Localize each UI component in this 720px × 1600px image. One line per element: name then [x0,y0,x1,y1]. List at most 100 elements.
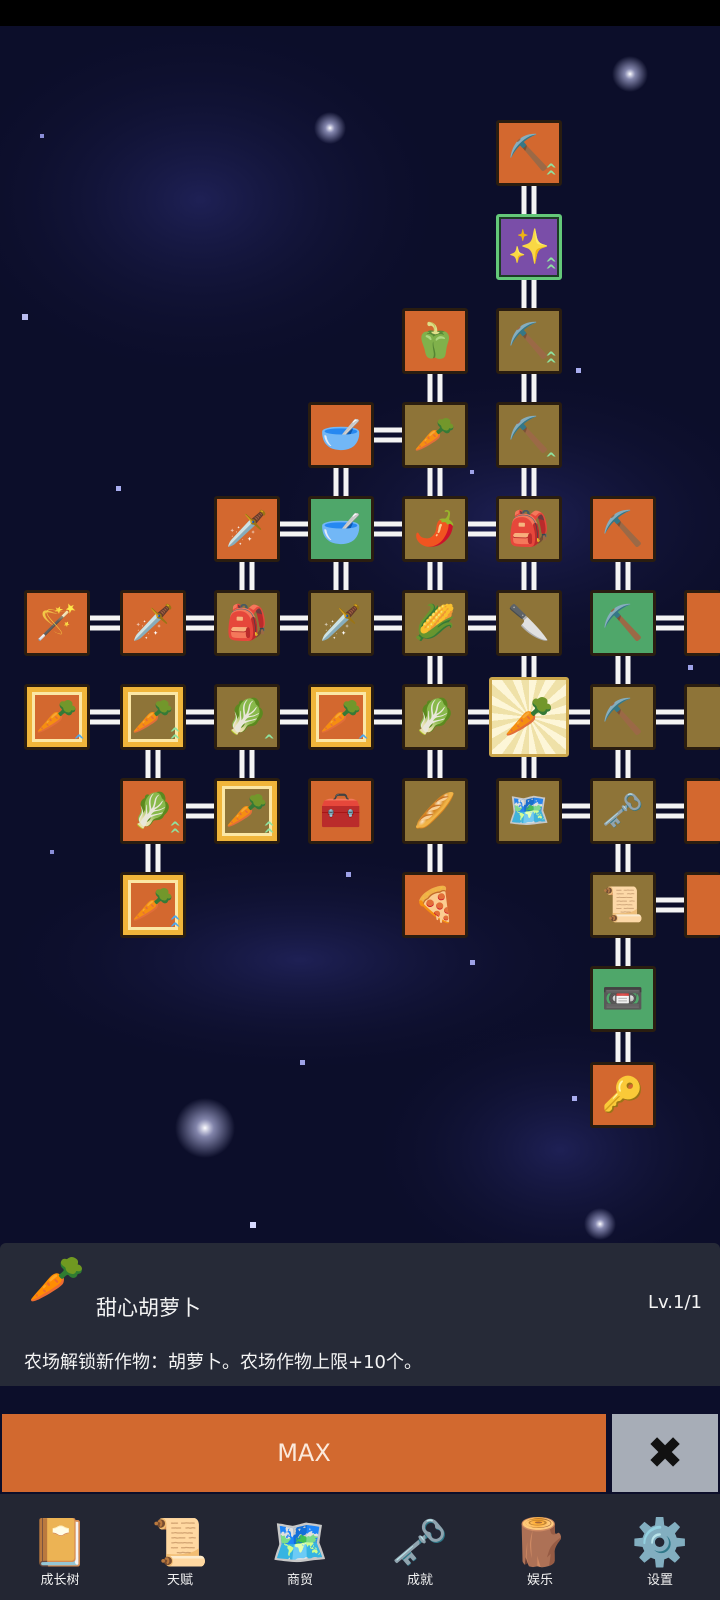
nav-label: 商贸 [286,1573,313,1588]
skill-node-bowl[interactable]: 🥣 [308,402,374,468]
nav-achievements[interactable]: 🗝️ 成就 [360,1494,480,1600]
skill-node-bowl[interactable]: 🥣 [308,496,374,562]
chili-pepper-icon: 🌶️ [413,509,457,549]
scroll-icon: 📜 [601,885,645,925]
backpack-icon: 🎒 [507,509,551,549]
sword-icon: 🗡️ [225,509,269,549]
cabbage-icon: 🥬 [225,697,269,737]
skill-node-backpack[interactable]: 🎒 [496,496,562,562]
skill-node-bell-pepper[interactable]: 🫑 [402,308,468,374]
skill-node-cabbage[interactable]: 🥬 ^ [214,684,280,750]
skill-node-backpack[interactable]: 🎒 [214,590,280,656]
skill-node-offscreen[interactable] [684,778,720,844]
skill-node-sweet-carrot-selected[interactable]: 🥕 [489,677,569,757]
upgrade-arrow-icon: ^ ^ [169,819,181,844]
nav-label: 娱乐 [526,1573,553,1588]
upgrade-arrow-icon: ^ [263,733,275,750]
upgrade-arrow-icon: ^ [73,733,85,750]
skill-level: Lv.1/1 [648,1292,702,1313]
sword-icon: 🗡️ [131,603,175,643]
skill-node-pickaxe[interactable]: ⛏️ [590,590,656,656]
skill-node-key[interactable]: 🔑 [590,1062,656,1128]
carrot-icon: 🥕 [35,697,79,737]
parsnip-icon: 🥖 [413,791,457,831]
nav-label: 成就 [406,1573,433,1588]
skill-node-cabbage[interactable]: 🥬 ^ ^ [120,778,186,844]
golden-key-icon: 🗝️ [601,791,645,831]
nav-label: 天赋 [166,1573,193,1588]
nav-entertainment[interactable]: 🪵 娱乐 [480,1494,600,1600]
bowl-icon: 🥣 [319,415,363,455]
skill-node-carrot[interactable]: 🥕 ^ [24,684,90,750]
skill-node-golden-sword[interactable]: 🗡️ [214,496,280,562]
skill-node-offscreen[interactable] [684,590,720,656]
skill-node-carrot[interactable]: 🥕 ^ ^ [120,872,186,938]
pickaxe-icon: ⛏️ [601,509,645,549]
key-icon: 🔑 [601,1075,645,1115]
skill-node-carrot[interactable]: 🥕 ^ ^ [120,684,186,750]
skill-node-pizza[interactable]: 🍕 [402,872,468,938]
skill-node-shovel[interactable]: ⛏️ ^ ^ [496,120,562,186]
corn-icon: 🌽 [413,603,457,643]
upgrade-arrow-icon: ^ ^ [545,255,557,280]
shovel-icon: ⛏️ [507,321,551,361]
skill-node-offscreen[interactable] [684,684,720,750]
skill-node-magic-shovel[interactable]: ✨ ^ ^ [496,214,562,280]
upgrade-arrow-icon: ^ [545,451,557,468]
skill-node-shovel[interactable]: ⛏️ ^ [496,402,562,468]
skill-node-radish[interactable]: 🥕 [402,402,468,468]
scroll-icon: 📜 [151,1515,209,1569]
upgrade-arrow-icon: ^ ^ [263,819,275,844]
skill-node-pickaxe[interactable]: ⛏️ [590,496,656,562]
nav-trade[interactable]: 🗺️ 商贸 [240,1494,360,1600]
wood-bridge-icon: 🪵 [511,1515,569,1569]
carrot-icon: 🥕 [131,885,175,925]
skill-node-sword[interactable]: 🗡️ [308,590,374,656]
gear-icon: ⚙️ [631,1515,689,1569]
magic-shovel-icon: ✨ [507,227,551,267]
skill-node-pickaxe[interactable]: ⛏️ [590,684,656,750]
skill-node-carrot[interactable]: 🥕 ^ [308,684,374,750]
nav-settings[interactable]: ⚙️ 设置 [600,1494,720,1600]
upgrade-arrow-icon: ^ [357,733,369,750]
skill-node-corn[interactable]: 🌽 [402,590,468,656]
skill-node-cabbage[interactable]: 🥬 [402,684,468,750]
map-icon: 🗺️ [271,1515,329,1569]
skill-node-shovel[interactable]: ⛏️ ^ ^ [496,308,562,374]
skill-node-dagger[interactable]: 🔪 [496,590,562,656]
pickaxe-icon: ⛏️ [601,697,645,737]
sword-icon: 🗡️ [319,603,363,643]
skill-node-sword[interactable]: 🗡️ [120,590,186,656]
cabbage-icon: 🥬 [413,697,457,737]
skill-title: 甜心胡萝卜 [96,1296,201,1320]
close-button[interactable]: ✖ [612,1414,718,1492]
skill-node-parsnip[interactable]: 🥖 [402,778,468,844]
skill-description: 农场解锁新作物：胡萝卜。农场作物上限+10个。 [24,1352,422,1373]
skill-node-offscreen[interactable] [684,872,720,938]
carrot-icon: 🥕 [319,697,363,737]
nav-growth-tree[interactable]: 📔 成长树 [0,1494,120,1600]
shovel-icon: ⛏️ [507,133,551,173]
skill-node-carrot[interactable]: 🥕 ^ ^ [214,778,280,844]
skill-node-magic-wand[interactable]: 🪄 [24,590,90,656]
skill-node-golden-key[interactable]: 🗝️ [590,778,656,844]
upgrade-arrow-icon: ^ ^ [169,913,181,938]
skill-node-chili-pepper[interactable]: 🌶️ [402,496,468,562]
skill-node-treasure-chest[interactable]: 🧰 [308,778,374,844]
dagger-icon: 🔪 [507,603,551,643]
golden-key-icon: 🗝️ [391,1515,449,1569]
map-icon: 🗺️ [507,791,551,831]
skill-node-map[interactable]: 🗺️ [496,778,562,844]
nav-label: 设置 [646,1573,673,1588]
sweet-carrot-icon: 🥕 [504,694,554,740]
pickaxe-icon: ⛏️ [601,603,645,643]
skill-node-scroll[interactable]: 📜 [590,872,656,938]
upgrade-arrow-icon: ^ ^ [545,161,557,186]
skill-node-cassette[interactable]: 📼 [590,966,656,1032]
max-level-button[interactable]: MAX [2,1414,606,1492]
bell-pepper-icon: 🫑 [413,321,457,361]
radish-icon: 🥕 [413,415,457,455]
magic-wand-icon: 🪄 [35,603,79,643]
nav-talent[interactable]: 📜 天赋 [120,1494,240,1600]
bottom-navigation: 📔 成长树 📜 天赋 🗺️ 商贸 🗝️ 成就 🪵 娱乐 ⚙️ 设置 [0,1494,720,1600]
